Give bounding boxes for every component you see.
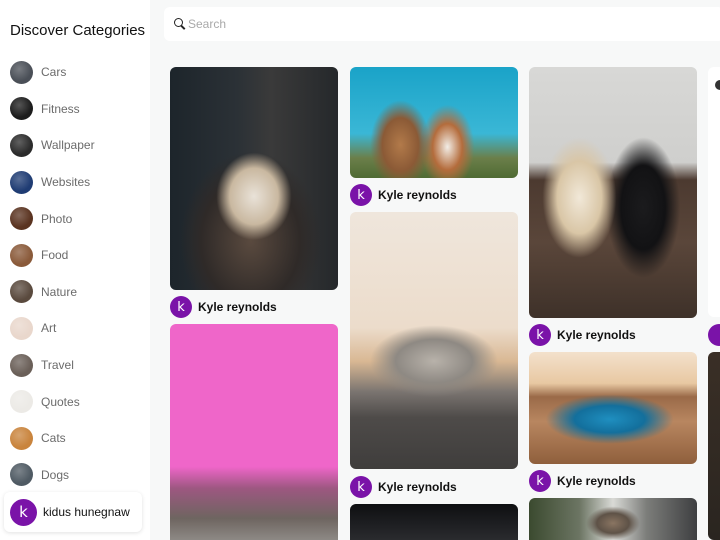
- category-item-quotes[interactable]: Quotes: [0, 383, 150, 420]
- category-thumbnail: [10, 60, 33, 84]
- category-thumbnail: [10, 133, 33, 157]
- pin-image-challenger[interactable]: [350, 212, 518, 469]
- pin-image-dogs-rug[interactable]: [529, 67, 697, 318]
- pin-author[interactable]: k Kyle reynolds: [170, 296, 277, 318]
- category-thumbnail: [10, 170, 33, 194]
- category-label: Photo: [41, 211, 73, 226]
- category-label: Art: [41, 321, 57, 336]
- author-avatar: k: [350, 476, 372, 498]
- category-item-cars[interactable]: Cars: [0, 54, 150, 91]
- category-label: Food: [41, 248, 69, 263]
- category-label: Cars: [41, 65, 67, 80]
- category-list: Cars Fitness Wallpaper Websites Photo Fo…: [0, 54, 150, 493]
- category-thumbnail: [10, 243, 33, 267]
- author-avatar: k: [170, 296, 192, 318]
- search-bar: [164, 7, 720, 41]
- category-item-travel[interactable]: Travel: [0, 347, 150, 384]
- pin-author[interactable]: k Kyle reynolds: [529, 470, 636, 492]
- pin-image-robot-street[interactable]: [529, 498, 697, 540]
- category-thumbnail: [10, 97, 33, 121]
- author-avatar: k: [529, 324, 551, 346]
- pin-image-dogs-sky[interactable]: [350, 67, 518, 178]
- category-item-websites[interactable]: Websites: [0, 164, 150, 201]
- category-label: Nature: [41, 284, 78, 299]
- category-item-food[interactable]: Food: [0, 237, 150, 274]
- author-name: Kyle reynolds: [557, 328, 636, 342]
- category-item-dogs[interactable]: Dogs: [0, 457, 150, 494]
- category-label: Wallpaper: [41, 138, 95, 153]
- pin-image-pink-wall-dogs[interactable]: [170, 324, 338, 540]
- pin-author[interactable]: k Kyle reynolds: [529, 324, 636, 346]
- author-name: Kyle reynolds: [557, 474, 636, 488]
- category-label: Cats: [41, 431, 66, 446]
- pin-author[interactable]: k Kyle reynolds: [350, 476, 457, 498]
- partial-icon: [715, 80, 720, 90]
- category-label: Travel: [41, 358, 74, 373]
- category-item-wallpaper[interactable]: Wallpaper: [0, 127, 150, 164]
- author-name: Kyle reynolds: [378, 188, 457, 202]
- user-avatar: k: [10, 498, 37, 526]
- category-label: Fitness: [41, 101, 80, 116]
- category-thumbnail: [10, 353, 33, 377]
- category-item-art[interactable]: Art: [0, 310, 150, 347]
- pin-author[interactable]: k Kyle reynolds: [350, 184, 457, 206]
- category-label: Websites: [41, 175, 91, 190]
- pin-image-husky[interactable]: [170, 67, 338, 290]
- category-label: Quotes: [41, 394, 80, 409]
- category-thumbnail: [10, 463, 33, 487]
- author-avatar: k: [529, 470, 551, 492]
- category-thumbnail: [10, 207, 33, 231]
- category-label: Dogs: [41, 467, 70, 482]
- sidebar: Discover Categories Cars Fitness Wallpap…: [0, 0, 150, 540]
- author-avatar-partial: [708, 324, 720, 346]
- pin-image-partial-dark[interactable]: [708, 352, 720, 540]
- category-item-photo[interactable]: Photo: [0, 200, 150, 237]
- category-item-nature[interactable]: Nature: [0, 274, 150, 311]
- category-item-fitness[interactable]: Fitness: [0, 91, 150, 128]
- search-input[interactable]: [188, 17, 688, 31]
- author-avatar: k: [350, 184, 372, 206]
- category-thumbnail: [10, 280, 33, 304]
- app: Discover Categories Cars Fitness Wallpap…: [0, 0, 720, 540]
- author-name: Kyle reynolds: [378, 480, 457, 494]
- category-thumbnail: [10, 390, 33, 414]
- user-name: kidus hunegnaw: [43, 505, 130, 519]
- search-icon: [174, 18, 186, 30]
- pin-image-partial[interactable]: [708, 67, 720, 317]
- category-thumbnail: [10, 426, 33, 450]
- sidebar-title: Discover Categories: [10, 22, 146, 39]
- pin-image-dark-cars[interactable]: [350, 504, 518, 540]
- category-thumbnail: [10, 316, 33, 340]
- author-name: Kyle reynolds: [198, 300, 277, 314]
- category-item-cats[interactable]: Cats: [0, 420, 150, 457]
- current-user-card[interactable]: k kidus hunegnaw: [4, 492, 142, 532]
- pin-image-camaro[interactable]: [529, 352, 697, 464]
